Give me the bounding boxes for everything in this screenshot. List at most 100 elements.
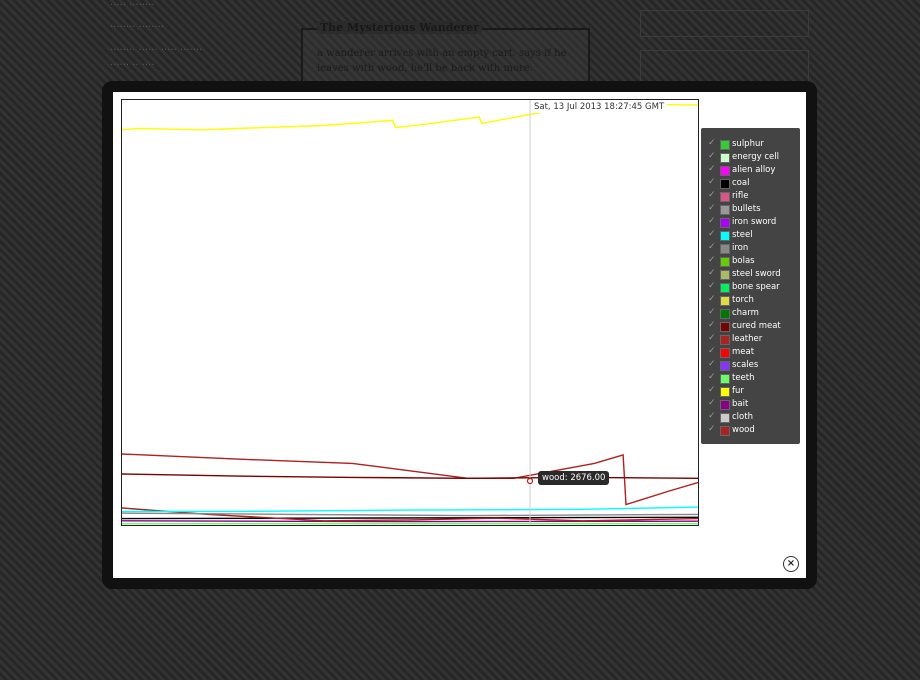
check-icon: ✓ — [708, 164, 716, 174]
legend-swatch — [720, 179, 730, 189]
legend-swatch — [720, 335, 730, 345]
check-icon: ✓ — [708, 242, 716, 252]
legend-label: bone spear — [732, 282, 780, 292]
bg-text-4: ······ ·· ···· — [110, 60, 155, 71]
check-icon: ✓ — [708, 294, 716, 304]
legend-item-rifle[interactable]: ✓ rifle — [701, 190, 800, 204]
legend-item-steel[interactable]: ✓ steel — [701, 229, 800, 243]
timestamp-label: Sat, 13 Jul 2013 18:27:45 GMT — [531, 101, 668, 113]
check-icon: ✓ — [708, 151, 716, 161]
check-icon: ✓ — [708, 424, 716, 434]
legend-label: cured meat — [732, 321, 781, 331]
legend-label: coal — [732, 178, 750, 188]
legend-item-teeth[interactable]: ✓ teeth — [701, 372, 800, 386]
legend-item-coal[interactable]: ✓ coal — [701, 177, 800, 191]
legend-item-wood[interactable]: ✓ wood — [701, 424, 800, 438]
legend-item-iron-sword[interactable]: ✓ iron sword — [701, 216, 800, 230]
legend-label: torch — [732, 295, 754, 305]
series-line-coal — [122, 516, 698, 520]
chart-svg — [122, 100, 698, 525]
legend-label: leather — [732, 334, 763, 344]
bg-text-2: ········ ········ — [110, 22, 165, 33]
legend-item-torch[interactable]: ✓ torch — [701, 294, 800, 308]
legend-swatch — [720, 244, 730, 254]
legend-swatch — [720, 257, 730, 267]
bg-store-panel — [640, 10, 809, 37]
check-icon: ✓ — [708, 138, 716, 148]
legend-swatch — [720, 153, 730, 163]
legend-item-scales[interactable]: ✓ scales — [701, 359, 800, 373]
legend-label: energy cell — [732, 152, 779, 162]
bg-text-3: ········ ······ ····· ······· — [110, 45, 203, 56]
series-line-iron — [122, 512, 698, 517]
legend-label: steel sword — [732, 269, 781, 279]
legend-swatch — [720, 387, 730, 397]
legend-label: rifle — [732, 191, 749, 201]
legend-item-cloth[interactable]: ✓ cloth — [701, 411, 800, 425]
legend-swatch — [720, 400, 730, 410]
check-icon: ✓ — [708, 320, 716, 330]
legend-label: meat — [732, 347, 755, 357]
legend-item-iron[interactable]: ✓ iron — [701, 242, 800, 256]
legend-swatch — [720, 374, 730, 384]
legend-swatch — [720, 296, 730, 306]
legend-item-bullets[interactable]: ✓ bullets — [701, 203, 800, 217]
legend-item-bolas[interactable]: ✓ bolas — [701, 255, 800, 269]
legend-panel: ✓ sulphur ✓ energy cell ✓ alien alloy ✓ coal ✓ ri… — [701, 128, 800, 444]
event-title: The Mysterious Wanderer — [317, 21, 482, 34]
legend-label: wood — [732, 425, 755, 435]
check-icon: ✓ — [708, 346, 716, 356]
check-icon: ✓ — [708, 268, 716, 278]
legend-item-alien-alloy[interactable]: ✓ alien alloy — [701, 164, 800, 178]
legend-swatch — [720, 140, 730, 150]
legend-swatch — [720, 413, 730, 423]
legend-swatch — [720, 218, 730, 228]
legend-item-sulphur[interactable]: ✓ sulphur — [701, 138, 800, 152]
check-icon: ✓ — [708, 411, 716, 421]
check-icon: ✓ — [708, 203, 716, 213]
legend-swatch — [720, 309, 730, 319]
legend-swatch — [720, 426, 730, 436]
legend-label: iron sword — [732, 217, 777, 227]
check-icon: ✓ — [708, 385, 716, 395]
legend-swatch — [720, 166, 730, 176]
legend-swatch — [720, 361, 730, 371]
legend-swatch — [720, 322, 730, 332]
close-button[interactable]: × — [783, 556, 799, 572]
legend-item-bait[interactable]: ✓ bait — [701, 398, 800, 412]
check-icon: ✓ — [708, 398, 716, 408]
legend-swatch — [720, 205, 730, 215]
legend-item-energy-cell[interactable]: ✓ energy cell — [701, 151, 800, 165]
check-icon: ✓ — [708, 229, 716, 239]
check-icon: ✓ — [708, 372, 716, 382]
legend-label: steel — [732, 230, 753, 240]
legend-label: bolas — [732, 256, 755, 266]
legend-item-charm[interactable]: ✓ charm — [701, 307, 800, 321]
legend-swatch — [720, 192, 730, 202]
check-icon: ✓ — [708, 216, 716, 226]
legend-label: sulphur — [732, 139, 764, 149]
legend-label: bullets — [732, 204, 761, 214]
legend-label: charm — [732, 308, 759, 318]
legend-item-cured-meat[interactable]: ✓ cured meat — [701, 320, 800, 334]
chart-plot-area[interactable] — [121, 99, 699, 526]
legend-item-leather[interactable]: ✓ leather — [701, 333, 800, 347]
legend-item-fur[interactable]: ✓ fur — [701, 385, 800, 399]
legend-swatch — [720, 270, 730, 280]
check-icon: ✓ — [708, 255, 716, 265]
bg-text-1: ····· ········ — [110, 0, 155, 11]
series-line-steel — [122, 506, 698, 513]
value-tooltip: wood: 2676.00 — [538, 471, 610, 485]
check-icon: ✓ — [708, 333, 716, 343]
check-icon: ✓ — [708, 190, 716, 200]
series-line-cured-meat — [122, 473, 698, 480]
legend-item-steel-sword[interactable]: ✓ steel sword — [701, 268, 800, 282]
legend-item-bone-spear[interactable]: ✓ bone spear — [701, 281, 800, 295]
legend-item-meat[interactable]: ✓ meat — [701, 346, 800, 360]
legend-label: iron — [732, 243, 749, 253]
legend-swatch — [720, 348, 730, 358]
legend-label: cloth — [732, 412, 753, 422]
legend-swatch — [720, 231, 730, 241]
legend-label: bait — [732, 399, 749, 409]
check-icon: ✓ — [708, 177, 716, 187]
